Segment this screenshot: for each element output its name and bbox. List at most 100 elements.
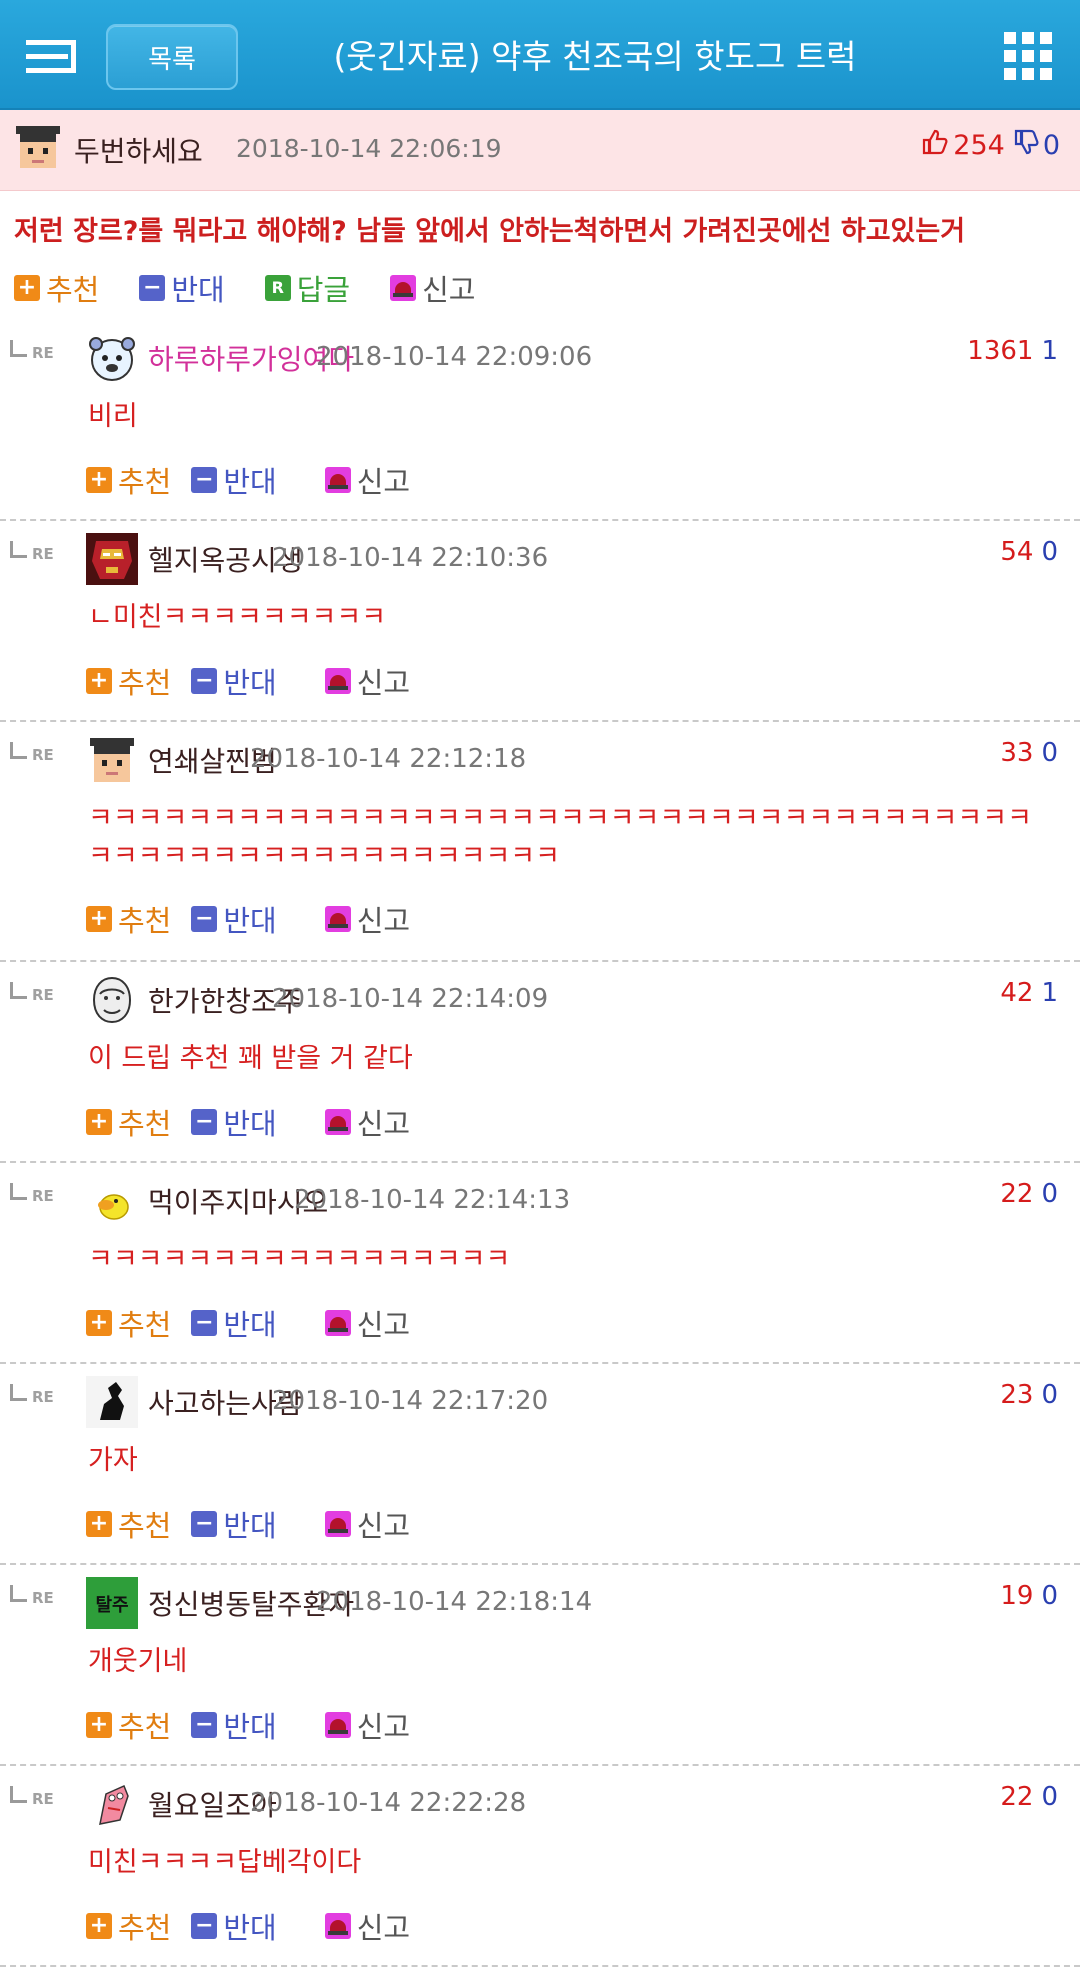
- recommend-button[interactable]: + 추천: [86, 1302, 171, 1344]
- comment-list: RE 하루하루가잉여다 2018-10-14 22:09:06 1361 1 비리…: [0, 320, 1080, 1965]
- reply-arrow-icon: RE: [8, 740, 60, 766]
- recommend-button[interactable]: + 추천: [86, 898, 171, 940]
- comment-actions: + 추천 − 반대 신고: [86, 453, 430, 507]
- comment-down-count: 0: [1041, 1581, 1058, 1611]
- comment-date: 2018-10-14 22:22:28: [250, 1788, 527, 1818]
- comment-up-count: 42: [1000, 978, 1034, 1008]
- report-button[interactable]: 신고: [390, 267, 476, 309]
- plus-icon: +: [86, 1712, 112, 1738]
- comment-votes: 33 0: [1000, 738, 1058, 768]
- grid-menu-icon[interactable]: [1004, 32, 1052, 80]
- comment-item: RE 월요일조아 2018-10-14 22:22:28 22 0 미친ㅋㅋㅋㅋ답…: [0, 1766, 1080, 1965]
- minus-icon: −: [139, 275, 166, 301]
- siren-icon: [324, 668, 351, 694]
- comment-item: RE 헬지옥공시생 2018-10-14 22:10:36 54 0 ㄴ미친ㅋㅋㅋ…: [0, 521, 1080, 720]
- report-button[interactable]: 신고: [324, 1704, 410, 1746]
- report-button[interactable]: 신고: [324, 1101, 410, 1143]
- report-button[interactable]: 신고: [324, 1503, 410, 1545]
- comment-actions: + 추천 − 반대 신고: [86, 1095, 430, 1149]
- comment-votes: 42 1: [1000, 978, 1058, 1008]
- minus-icon: −: [191, 467, 218, 493]
- recommend-button[interactable]: + 추천: [86, 459, 171, 501]
- reply-icon: R: [264, 275, 291, 301]
- plus-icon: +: [86, 1109, 112, 1135]
- plus-icon: +: [86, 1913, 112, 1939]
- comment-down-count: 0: [1041, 1782, 1058, 1812]
- comment-up-count: 23: [1000, 1380, 1034, 1410]
- thumbs-up-icon[interactable]: [921, 128, 949, 163]
- list-button[interactable]: 목록: [106, 24, 238, 90]
- recommend-button[interactable]: + 추천: [86, 1503, 171, 1545]
- avatar[interactable]: 탈주: [86, 1577, 138, 1629]
- post-header: 두번하세요 2018-10-14 22:06:19 254 0: [0, 110, 1080, 191]
- plus-icon: +: [86, 668, 112, 694]
- siren-icon: [324, 906, 351, 932]
- menu-icon[interactable]: [26, 40, 76, 74]
- oppose-button[interactable]: − 반대: [191, 660, 277, 702]
- siren-icon: [324, 1913, 351, 1939]
- comment-down-count: 0: [1041, 1380, 1058, 1410]
- reply-arrow-icon: RE: [8, 539, 60, 565]
- comment-votes: 22 0: [1000, 1179, 1058, 1209]
- thumbs-down-icon[interactable]: [1013, 128, 1039, 163]
- siren-icon: [390, 275, 417, 301]
- comment-date: 2018-10-14 22:17:20: [272, 1386, 549, 1416]
- avatar[interactable]: [86, 974, 138, 1026]
- recommend-button[interactable]: + 추천: [86, 1101, 171, 1143]
- comment-votes: 22 0: [1000, 1782, 1058, 1812]
- report-button[interactable]: 신고: [324, 898, 410, 940]
- comment-text: ㅋㅋㅋㅋㅋㅋㅋㅋㅋㅋㅋㅋㅋㅋㅋㅋㅋㅋㅋㅋㅋㅋㅋㅋㅋㅋㅋㅋㅋㅋㅋㅋㅋㅋㅋㅋㅋㅋㅋㅋ…: [88, 803, 1032, 872]
- comment-text: ㄴ미친ㅋㅋㅋㅋㅋㅋㅋㅋㅋ: [88, 602, 387, 633]
- avatar[interactable]: [86, 533, 138, 585]
- recommend-button[interactable]: + 추천: [86, 660, 171, 702]
- comment-text: 가자: [88, 1445, 138, 1476]
- recommend-button[interactable]: + 추천: [86, 1905, 171, 1947]
- minus-icon: −: [191, 1310, 218, 1336]
- oppose-button[interactable]: − 반대: [191, 898, 277, 940]
- comment-down-count: 0: [1041, 1179, 1058, 1209]
- reply-arrow-icon: RE: [8, 338, 60, 364]
- report-button[interactable]: 신고: [324, 459, 410, 501]
- comment-up-count: 19: [1000, 1581, 1034, 1611]
- page-title: (웃긴자료) 약후 천조국의 핫도그 트럭: [333, 37, 857, 76]
- comment-votes: 1361 1: [967, 336, 1058, 366]
- siren-icon: [324, 467, 351, 493]
- minus-icon: −: [191, 1511, 218, 1537]
- avatar[interactable]: [86, 1175, 138, 1227]
- oppose-button[interactable]: − 반대: [139, 267, 225, 309]
- recommend-button[interactable]: + 추천: [86, 1704, 171, 1746]
- siren-icon: [324, 1712, 351, 1738]
- oppose-button[interactable]: − 반대: [191, 1704, 277, 1746]
- comment-votes: 23 0: [1000, 1380, 1058, 1410]
- siren-icon: [324, 1109, 351, 1135]
- report-button[interactable]: 신고: [324, 1905, 410, 1947]
- oppose-button[interactable]: − 반대: [191, 1101, 277, 1143]
- oppose-button[interactable]: − 반대: [191, 1905, 277, 1947]
- reply-button[interactable]: R 답글: [264, 267, 350, 309]
- comment-actions: + 추천 − 반대 신고: [86, 1899, 430, 1953]
- avatar[interactable]: [86, 1376, 138, 1428]
- comment-date: 2018-10-14 22:10:36: [272, 543, 549, 573]
- avatar[interactable]: [86, 332, 138, 384]
- reply-arrow-icon: RE: [8, 1181, 60, 1207]
- minus-icon: −: [191, 1712, 218, 1738]
- report-button[interactable]: 신고: [324, 660, 410, 702]
- plus-icon: +: [86, 467, 112, 493]
- comment-date: 2018-10-14 22:14:13: [294, 1185, 571, 1215]
- avatar[interactable]: [86, 1778, 138, 1830]
- comment-item: RE 하루하루가잉여다 2018-10-14 22:09:06 1361 1 비리…: [0, 320, 1080, 519]
- oppose-button[interactable]: − 반대: [191, 1503, 277, 1545]
- oppose-button[interactable]: − 반대: [191, 1302, 277, 1344]
- recommend-button[interactable]: + 추천: [14, 267, 99, 309]
- avatar[interactable]: [86, 734, 138, 786]
- reply-arrow-icon: RE: [8, 980, 60, 1006]
- comment-date: 2018-10-14 22:14:09: [272, 984, 549, 1014]
- oppose-button[interactable]: − 반대: [191, 459, 277, 501]
- comment-item: RE 먹이주지마시오 2018-10-14 22:14:13 22 0 ㅋㅋㅋㅋㅋ…: [0, 1163, 1080, 1362]
- minus-icon: −: [191, 1109, 218, 1135]
- comment-item: RE 연쇄살찐범 2018-10-14 22:12:18 33 0 ㅋㅋㅋㅋㅋㅋㅋ…: [0, 722, 1080, 960]
- post-author[interactable]: 두번하세요: [74, 130, 203, 170]
- report-button[interactable]: 신고: [324, 1302, 410, 1344]
- post-up-count: 254: [953, 130, 1005, 161]
- comment-actions: + 추천 − 반대 신고: [86, 654, 430, 708]
